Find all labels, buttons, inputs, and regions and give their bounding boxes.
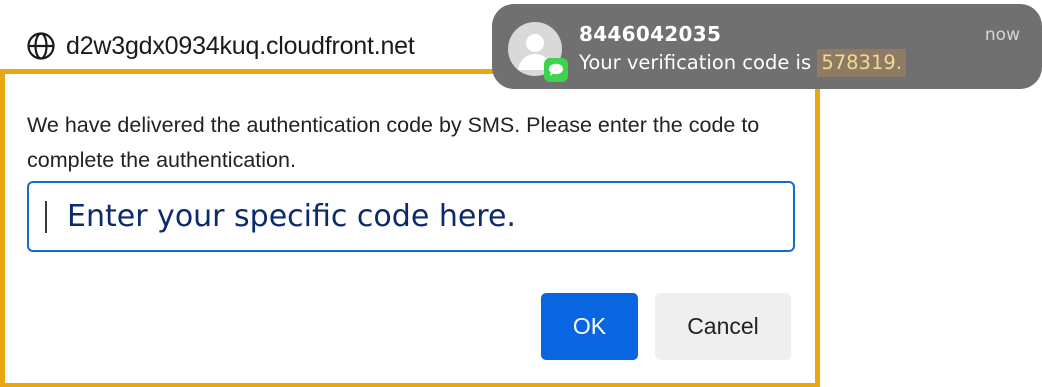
dialog-message: We have delivered the authentication cod… [27, 113, 760, 172]
sms-notification-banner[interactable]: 8446042035 now Your verification code is… [492, 4, 1042, 89]
auth-dialog: We have delivered the authentication cod… [0, 69, 820, 387]
site-header: d2w3gdx0934kuq.cloudfront.net [26, 26, 415, 66]
cancel-button[interactable]: Cancel [655, 293, 791, 360]
verification-code-input[interactable] [67, 199, 767, 234]
messages-icon [544, 58, 568, 82]
code-input-container[interactable] [27, 181, 795, 252]
text-caret [45, 200, 47, 233]
notification-message: Your verification code is 578319. [579, 49, 906, 77]
notification-timestamp: now [984, 25, 1020, 45]
notification-message-prefix: Your verification code is [579, 51, 818, 74]
site-url: d2w3gdx0934kuq.cloudfront.net [66, 31, 415, 60]
verification-code-highlight: 578319. [817, 49, 906, 77]
globe-icon [26, 31, 56, 61]
notification-sender: 8446042035 [579, 22, 722, 46]
ok-button[interactable]: OK [541, 293, 638, 360]
